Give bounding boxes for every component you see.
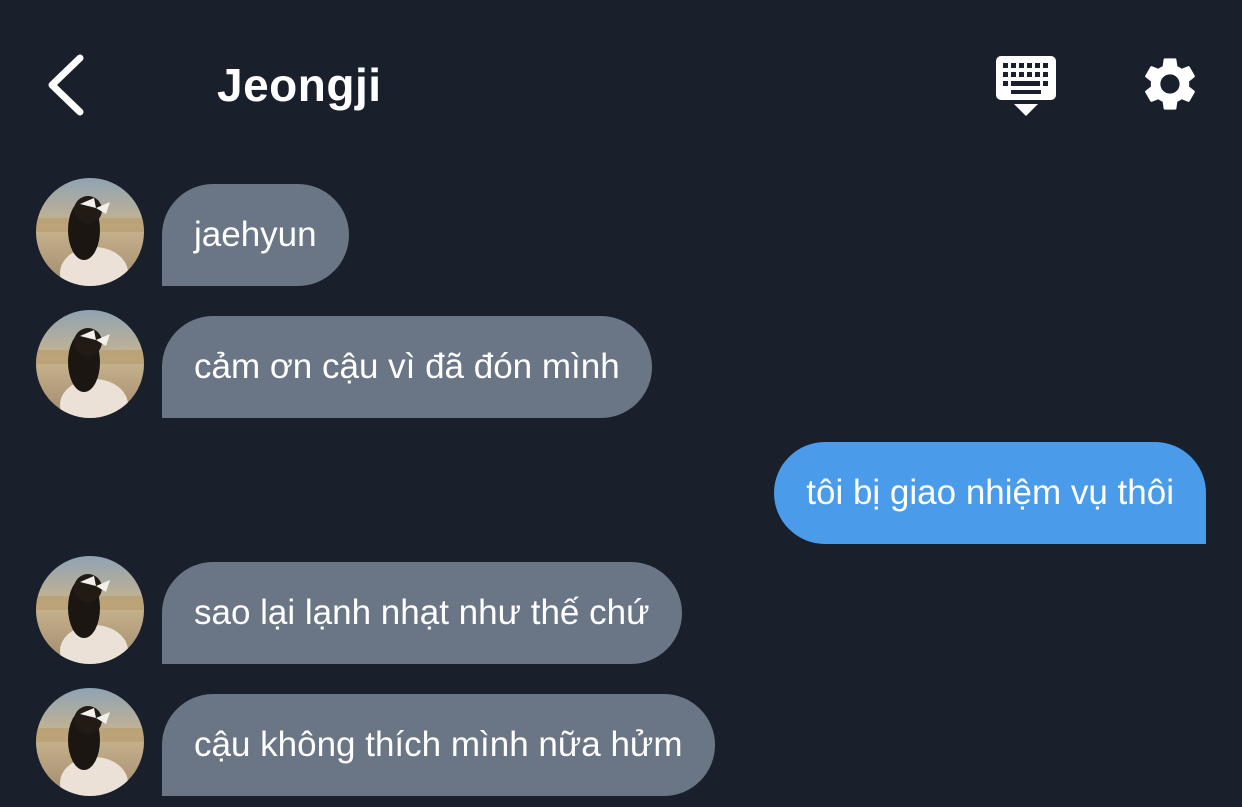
contact-avatar[interactable] [36,310,144,418]
keyboard-hide-icon [996,56,1056,116]
contact-avatar[interactable] [36,688,144,796]
message-bubble-outgoing[interactable]: tôi bị giao nhiệm vụ thôi [774,442,1206,544]
contact-avatar[interactable] [36,556,144,664]
chevron-left-icon [48,54,84,116]
message-bubble-incoming[interactable]: cảm ơn cậu vì đã đón mình [162,316,652,418]
keyboard-toggle-button[interactable] [992,52,1060,120]
message-bubble-incoming[interactable]: jaehyun [162,184,349,286]
chat-screen: Jeongji jaehyun cảm ơn cậu vì đã đón mìn… [0,0,1242,807]
gear-icon [1145,58,1195,110]
back-button[interactable] [36,50,96,120]
message-bubble-incoming[interactable]: cậu không thích mình nữa hửm [162,694,715,796]
message-row: sao lại lạnh nhạt như thế chứ [0,556,1242,666]
settings-button[interactable] [1138,52,1202,116]
conversation-title: Jeongji [217,59,382,111]
message-row: cậu không thích mình nữa hửm [0,688,1242,798]
message-row: jaehyun [0,178,1242,288]
message-row: tôi bị giao nhiệm vụ thôi [0,442,1242,552]
message-row: cảm ơn cậu vì đã đón mình [0,310,1242,420]
message-bubble-incoming[interactable]: sao lại lạnh nhạt như thế chứ [162,562,682,664]
contact-avatar[interactable] [36,178,144,286]
